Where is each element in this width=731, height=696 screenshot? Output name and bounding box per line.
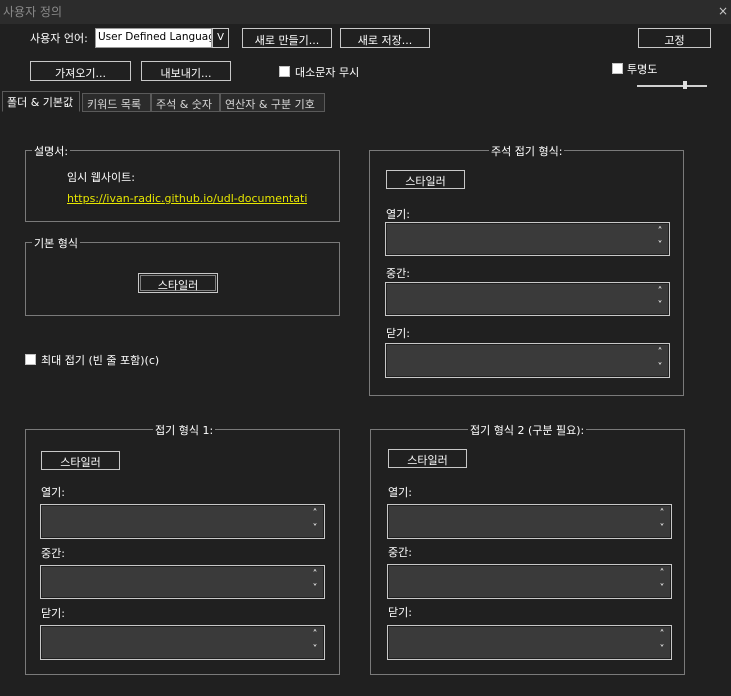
ignore-case-label: 대소문자 무시 [295, 66, 360, 79]
scroll-buttons: ˄ ˅ [653, 285, 667, 313]
fold1-open-input[interactable]: ˄ ˅ [40, 504, 325, 539]
scroll-down-icon[interactable]: ˅ [655, 643, 669, 658]
fold-compact-checkbox[interactable] [25, 354, 36, 365]
fold2-middle-input[interactable]: ˄ ˅ [387, 564, 672, 599]
tab-keywords[interactable]: 키워드 목록 [82, 93, 151, 112]
title-bar [0, 0, 731, 24]
default-styler-button[interactable]: 스타일러 [138, 273, 218, 293]
tab-operators-delimiters[interactable]: 연산자 & 구분 기호 [220, 93, 325, 112]
fold-compact-label: 최대 접기 (빈 줄 포함)(c) [41, 354, 160, 367]
dock-button[interactable]: 고정 [638, 28, 711, 48]
comment-close-label: 닫기: [386, 327, 410, 340]
transparency-checkbox[interactable] [612, 63, 623, 74]
fold1-open-label: 열기: [41, 486, 65, 499]
fold1-close-input[interactable]: ˄ ˅ [40, 625, 325, 660]
close-icon[interactable]: × [718, 4, 728, 18]
language-select[interactable]: User Defined Language [95, 28, 212, 48]
scroll-up-icon[interactable]: ˄ [655, 567, 669, 582]
scroll-up-icon[interactable]: ˄ [308, 507, 322, 522]
fold2-styler-button[interactable]: 스타일러 [388, 449, 467, 468]
default-style-title: 기본 형식 [32, 235, 80, 251]
import-button[interactable]: 가져오기... [30, 61, 131, 81]
documentation-link[interactable]: https://ivan-radic.github.io/udl-documen… [67, 192, 307, 205]
scroll-up-icon[interactable]: ˄ [653, 285, 667, 299]
scroll-up-icon[interactable]: ˄ [655, 628, 669, 643]
fold2-close-input[interactable]: ˄ ˅ [387, 625, 672, 660]
fold1-close-label: 닫기: [41, 607, 65, 620]
scroll-up-icon[interactable]: ˄ [655, 507, 669, 522]
comment-middle-label: 중간: [386, 267, 410, 280]
scroll-buttons: ˄ ˅ [653, 346, 667, 375]
transparency-label: 투명도 [627, 63, 658, 76]
temp-site-label: 임시 웹사이트: [67, 171, 135, 184]
fold-style1-title: 접기 형식 1: [153, 422, 216, 438]
scroll-up-icon[interactable]: ˄ [308, 628, 322, 643]
save-as-button[interactable]: 새로 저장... [340, 28, 430, 48]
scroll-down-icon[interactable]: ˅ [655, 522, 669, 537]
scroll-up-icon[interactable]: ˄ [308, 568, 322, 582]
scroll-down-icon[interactable]: ˅ [308, 582, 322, 596]
language-label: 사용자 언어: [30, 32, 88, 45]
documentation-group [25, 150, 340, 222]
tab-folder-default[interactable]: 폴더 & 기본값 [2, 91, 80, 112]
fold1-styler-button[interactable]: 스타일러 [41, 451, 120, 470]
window-title: 사용자 정의 [3, 5, 63, 19]
scroll-down-icon[interactable]: ˅ [653, 239, 667, 253]
scroll-up-icon[interactable]: ˄ [653, 346, 667, 361]
scroll-buttons: ˄ ˅ [655, 628, 669, 657]
scroll-down-icon[interactable]: ˅ [653, 361, 667, 376]
scroll-buttons: ˄ ˅ [655, 567, 669, 596]
scroll-up-icon[interactable]: ˄ [653, 225, 667, 239]
scroll-buttons: ˄ ˅ [308, 628, 322, 657]
fold1-middle-label: 중간: [41, 547, 65, 560]
scroll-down-icon[interactable]: ˅ [308, 522, 322, 537]
new-language-button[interactable]: 새로 만들기... [242, 28, 332, 48]
tab-comment-number[interactable]: 주석 & 숫자 [151, 93, 220, 112]
scroll-down-icon[interactable]: ˅ [655, 582, 669, 597]
fold2-close-label: 닫기: [388, 606, 412, 619]
comment-styler-button[interactable]: 스타일러 [386, 170, 465, 189]
comment-close-input[interactable]: ˄ ˅ [385, 343, 670, 378]
comment-open-input[interactable]: ˄ ˅ [385, 222, 670, 256]
comment-middle-input[interactable]: ˄ ˅ [385, 282, 670, 316]
fold2-middle-label: 중간: [388, 546, 412, 559]
export-button[interactable]: 내보내기... [141, 61, 231, 81]
documentation-title: 설명서: [32, 143, 71, 159]
comment-open-label: 열기: [386, 208, 410, 221]
scroll-down-icon[interactable]: ˅ [653, 299, 667, 313]
scroll-buttons: ˄ ˅ [308, 507, 322, 536]
scroll-buttons: ˄ ˅ [655, 507, 669, 536]
fold2-open-input[interactable]: ˄ ˅ [387, 504, 672, 539]
fold1-middle-input[interactable]: ˄ ˅ [40, 565, 325, 599]
fold-style2-title: 접기 형식 2 (구분 필요): [468, 422, 587, 438]
transparency-slider[interactable] [637, 85, 707, 87]
chevron-down-icon[interactable]: V [212, 28, 229, 48]
scroll-down-icon[interactable]: ˅ [308, 643, 322, 658]
fold2-open-label: 열기: [388, 486, 412, 499]
transparency-slider-thumb[interactable] [683, 81, 687, 89]
ignore-case-checkbox[interactable] [279, 66, 290, 77]
scroll-buttons: ˄ ˅ [653, 225, 667, 253]
scroll-buttons: ˄ ˅ [308, 568, 322, 596]
comment-fold-title: 주석 접기 형식: [489, 143, 565, 159]
